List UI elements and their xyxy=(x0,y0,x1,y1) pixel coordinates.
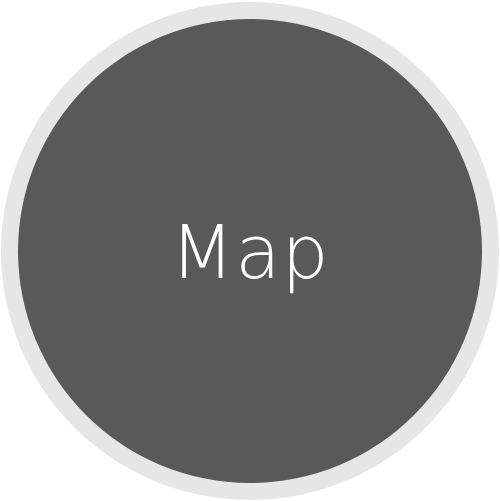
map-button[interactable]: Map xyxy=(18,18,482,483)
map-button-label: Map xyxy=(170,209,330,296)
canvas: Map xyxy=(0,0,500,501)
map-button-outer-ring: Map xyxy=(1,1,499,500)
